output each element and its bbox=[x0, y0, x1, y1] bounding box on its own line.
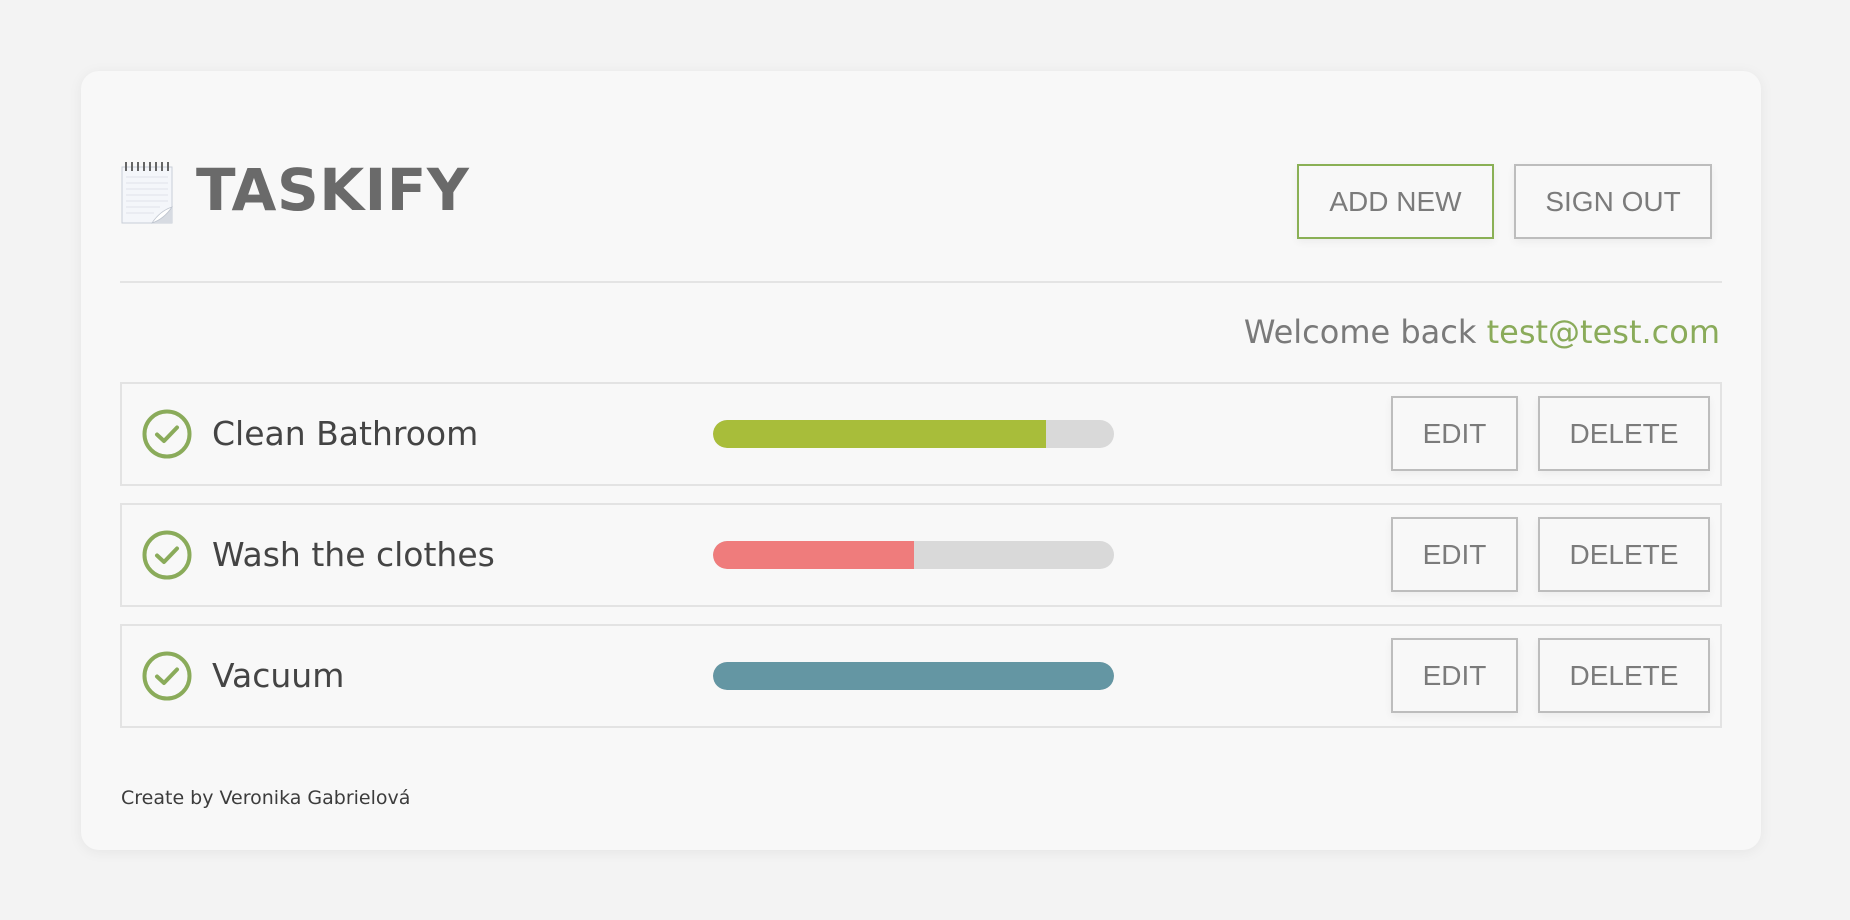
task-actions: EDIT DELETE bbox=[1391, 638, 1710, 713]
welcome-message: Welcome back test@test.com bbox=[1244, 313, 1720, 351]
check-circle-icon[interactable] bbox=[142, 651, 192, 701]
task-card: TASKIFY ADD NEW SIGN OUT Welcome back te… bbox=[81, 71, 1761, 850]
edit-button[interactable]: EDIT bbox=[1391, 517, 1518, 592]
header-divider bbox=[120, 281, 1722, 283]
task-row: Vacuum EDIT DELETE bbox=[120, 624, 1722, 728]
app-title: TASKIFY bbox=[196, 156, 470, 224]
task-name: Clean Bathroom bbox=[212, 414, 479, 453]
progress-bar bbox=[713, 541, 1114, 569]
task-row: Clean Bathroom EDIT DELETE bbox=[120, 382, 1722, 486]
check-circle-icon[interactable] bbox=[142, 409, 192, 459]
delete-button[interactable]: DELETE bbox=[1538, 638, 1710, 713]
header: TASKIFY ADD NEW SIGN OUT bbox=[120, 150, 1722, 239]
progress-bar bbox=[713, 420, 1114, 448]
check-circle-icon[interactable] bbox=[142, 530, 192, 580]
edit-button[interactable]: EDIT bbox=[1391, 638, 1518, 713]
brand: TASKIFY bbox=[120, 150, 469, 230]
progress-fill bbox=[713, 541, 914, 569]
delete-button[interactable]: DELETE bbox=[1538, 396, 1710, 471]
progress-bar bbox=[713, 662, 1114, 690]
task-actions: EDIT DELETE bbox=[1391, 517, 1710, 592]
notepad-icon bbox=[120, 159, 174, 225]
header-actions: ADD NEW SIGN OUT bbox=[1297, 164, 1712, 239]
user-email: test@test.com bbox=[1486, 313, 1720, 351]
welcome-prefix: Welcome back bbox=[1243, 313, 1477, 351]
task-actions: EDIT DELETE bbox=[1391, 396, 1710, 471]
task-list: Clean Bathroom EDIT DELETE Wash the clot… bbox=[120, 382, 1722, 745]
delete-button[interactable]: DELETE bbox=[1538, 517, 1710, 592]
task-row: Wash the clothes EDIT DELETE bbox=[120, 503, 1722, 607]
add-new-button[interactable]: ADD NEW bbox=[1297, 164, 1494, 239]
task-name: Vacuum bbox=[212, 656, 345, 695]
edit-button[interactable]: EDIT bbox=[1391, 396, 1518, 471]
progress-fill bbox=[713, 420, 1046, 448]
task-name: Wash the clothes bbox=[212, 535, 495, 574]
footer-credit: Create by Veronika Gabrielová bbox=[121, 787, 411, 809]
progress-fill bbox=[713, 662, 1114, 690]
sign-out-button[interactable]: SIGN OUT bbox=[1514, 164, 1712, 239]
